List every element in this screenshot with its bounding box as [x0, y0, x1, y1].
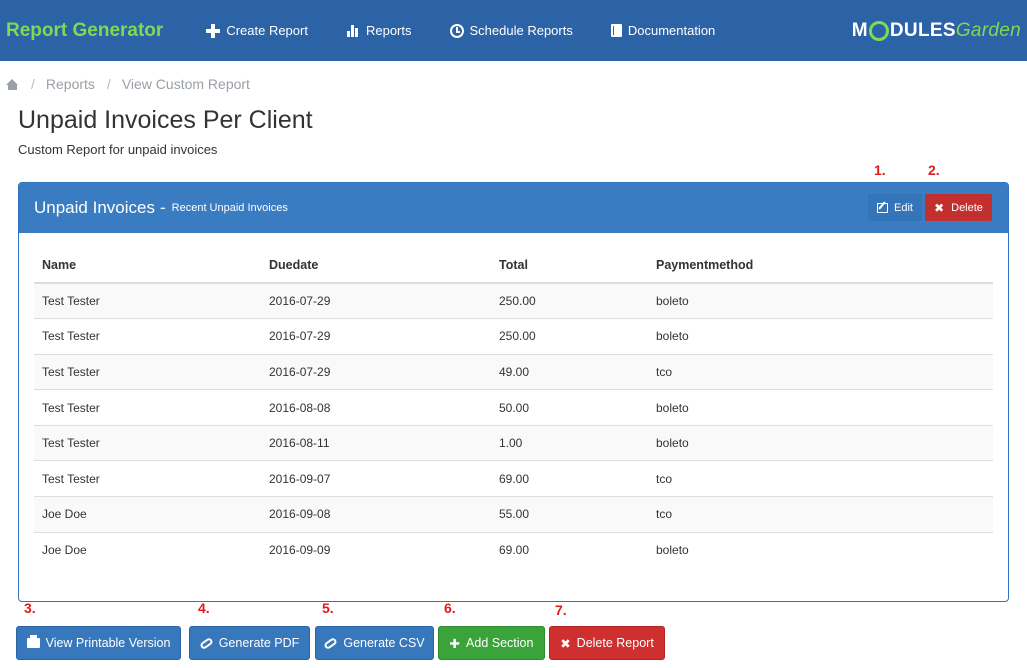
report-section-panel: Unpaid Invoices - Recent Unpaid Invoices… [18, 182, 1009, 602]
nav-reports[interactable]: Reports [327, 0, 431, 61]
panel-header: Unpaid Invoices - Recent Unpaid Invoices… [19, 183, 1008, 233]
main-nav: Create Report Reports Schedule Reports D… [187, 0, 734, 61]
close-icon: ✖ [934, 200, 945, 215]
cell-paymentmethod: boleto [648, 531, 993, 568]
cell-duedate: 2016-08-11 [261, 424, 491, 461]
cell-name: Joe Doe [34, 496, 261, 533]
cell-paymentmethod: tco [648, 353, 993, 390]
table-row: Test Tester 2016-08-08 50.00 boleto [34, 389, 993, 426]
cell-total: 50.00 [491, 389, 648, 426]
nav-documentation-label: Documentation [627, 23, 716, 38]
generate-pdf-button[interactable]: Generate PDF [189, 626, 310, 660]
table-row: Test Tester 2016-09-07 69.00 tco [34, 460, 993, 497]
cell-total: 1.00 [491, 424, 648, 461]
table-row: Joe Doe 2016-09-09 69.00 boleto [34, 531, 993, 568]
cell-duedate: 2016-09-08 [261, 496, 491, 533]
cell-total: 49.00 [491, 353, 648, 390]
cell-total: 69.00 [491, 531, 648, 568]
nav-schedule-reports-label: Schedule Reports [469, 23, 573, 38]
marker-3: 3. [24, 600, 36, 616]
nav-documentation[interactable]: Documentation [592, 0, 734, 61]
cell-total: 55.00 [491, 496, 648, 533]
column-header-name: Name [34, 248, 261, 284]
bar-chart-icon [346, 24, 360, 38]
printer-icon [26, 635, 40, 648]
cell-duedate: 2016-09-07 [261, 460, 491, 497]
clock-icon [449, 23, 464, 38]
edit-section-button[interactable]: Edit [868, 194, 922, 221]
plus-icon: ✚ [449, 636, 461, 651]
cell-paymentmethod: boleto [648, 282, 993, 319]
marker-5: 5. [322, 600, 334, 616]
plus-icon [206, 23, 221, 38]
cell-name: Test Tester [34, 318, 261, 355]
cell-name: Test Tester [34, 424, 261, 461]
cell-duedate: 2016-07-29 [261, 318, 491, 355]
breadcrumb-reports[interactable]: Reports [46, 76, 95, 92]
cell-paymentmethod: tco [648, 460, 993, 497]
cell-duedate: 2016-07-29 [261, 282, 491, 319]
nav-create-report[interactable]: Create Report [187, 0, 327, 61]
nav-schedule-reports[interactable]: Schedule Reports [431, 0, 592, 61]
cell-name: Test Tester [34, 460, 261, 497]
marker-6: 6. [444, 600, 456, 616]
cell-name: Test Tester [34, 353, 261, 390]
nav-reports-label: Reports [365, 23, 412, 38]
cell-total: 69.00 [491, 460, 648, 497]
marker-7: 7. [555, 602, 567, 618]
generate-csv-button[interactable]: Generate CSV [315, 626, 434, 660]
delete-section-button[interactable]: ✖ Delete [925, 194, 992, 221]
cell-name: Test Tester [34, 282, 261, 319]
marker-1: 1. [874, 162, 886, 178]
cell-duedate: 2016-09-09 [261, 531, 491, 568]
cell-total: 250.00 [491, 282, 648, 319]
cell-duedate: 2016-08-08 [261, 389, 491, 426]
table-row: Test Tester 2016-07-29 250.00 boleto [34, 282, 993, 319]
modulesgarden-logo[interactable]: M DULES Garden [852, 18, 1021, 44]
cell-total: 250.00 [491, 318, 648, 355]
logo-circle-icon [868, 21, 889, 41]
table-row: Joe Doe 2016-09-08 55.00 tco [34, 496, 993, 533]
close-icon: ✖ [560, 636, 571, 651]
paperclip-icon [198, 636, 214, 650]
cell-name: Test Tester [34, 389, 261, 426]
marker-4: 4. [198, 600, 210, 616]
cell-paymentmethod: boleto [648, 318, 993, 355]
panel-subtitle: Recent Unpaid Invoices [171, 202, 288, 214]
cell-paymentmethod: boleto [648, 389, 993, 426]
cell-paymentmethod: boleto [648, 424, 993, 461]
book-icon [610, 24, 622, 37]
marker-2: 2. [928, 162, 940, 178]
cell-duedate: 2016-07-29 [261, 353, 491, 390]
page-subtitle: Custom Report for unpaid invoices [18, 142, 218, 157]
cell-name: Joe Doe [34, 531, 261, 568]
cell-paymentmethod: tco [648, 496, 993, 533]
nav-create-report-label: Create Report [226, 23, 308, 38]
table-row: Test Tester 2016-07-29 250.00 boleto [34, 318, 993, 355]
table-row: Test Tester 2016-08-11 1.00 boleto [34, 424, 993, 461]
panel-title: Unpaid Invoices [34, 198, 155, 217]
top-navbar: Report Generator Create Report Reports S… [0, 0, 1027, 61]
invoices-table: Name Duedate Total Paymentmethod Test Te… [34, 248, 993, 568]
breadcrumb-view-custom-report[interactable]: View Custom Report [122, 76, 250, 92]
page-title: Unpaid Invoices Per Client [18, 106, 313, 134]
paperclip-icon [323, 636, 339, 650]
brand-title[interactable]: Report Generator [6, 20, 163, 42]
table-row: Test Tester 2016-07-29 49.00 tco [34, 353, 993, 390]
add-section-button[interactable]: ✚ Add Section [438, 626, 545, 660]
column-header-paymentmethod: Paymentmethod [648, 248, 993, 284]
edit-icon [877, 202, 889, 213]
column-header-duedate: Duedate [261, 248, 491, 284]
home-icon[interactable] [6, 78, 19, 90]
delete-report-button[interactable]: ✖ Delete Report [549, 626, 665, 660]
table-header-row: Name Duedate Total Paymentmethod [34, 248, 993, 284]
column-header-total: Total [491, 248, 648, 284]
breadcrumb: / Reports / View Custom Report [6, 76, 262, 92]
view-printable-version-button[interactable]: View Printable Version [16, 626, 181, 660]
